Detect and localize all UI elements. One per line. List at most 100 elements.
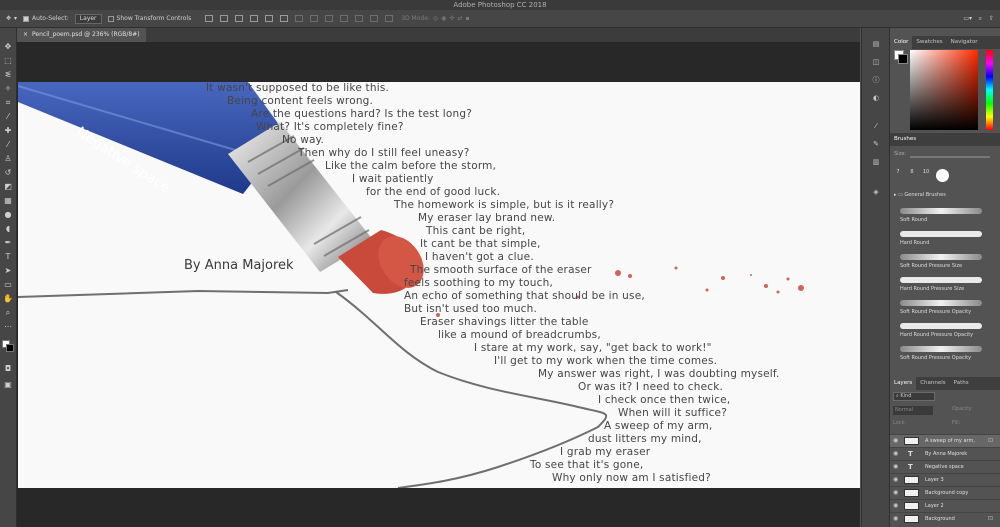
document-tab[interactable]: × Pencil_poem.psd @ 236% (RGB/8#) (17, 28, 146, 42)
brushes-panel-title[interactable]: Brushes (890, 133, 1000, 146)
distribute-right-icon[interactable] (370, 15, 379, 22)
workspace-icon[interactable]: ▭▾ (963, 15, 972, 22)
scale-3d-icon[interactable]: ▪ (465, 15, 469, 22)
color-tab-color[interactable]: Color (890, 36, 913, 49)
align-middle-icon[interactable] (220, 15, 229, 22)
background-color-swatch[interactable] (6, 344, 14, 352)
brush-preset-8[interactable]: 8 (908, 169, 916, 177)
align-center-icon[interactable] (265, 15, 274, 22)
align-right-icon[interactable] (280, 15, 289, 22)
history-brush-icon[interactable]: ↺ (3, 168, 13, 177)
type-icon[interactable]: T (3, 252, 13, 261)
zoom-icon[interactable]: ⌕ (3, 308, 13, 317)
brush-size-slider[interactable] (910, 156, 990, 158)
eye-icon[interactable]: ◉ (893, 487, 898, 499)
history-icon[interactable]: ▤ (871, 40, 881, 49)
brush-preset-item[interactable]: Hard Round (898, 227, 998, 249)
distribute-left-icon[interactable] (340, 15, 349, 22)
layer-kind-filter[interactable]: ⌕ Kind (893, 392, 935, 401)
quick-mask-icon[interactable]: ◘ (3, 364, 13, 373)
show-transform-checkbox[interactable]: Show Transform Controls (107, 15, 191, 22)
more-tools-icon[interactable]: ⋯ (3, 322, 13, 331)
brush-preset-item[interactable]: Soft Round Pressure Opacity (898, 342, 998, 364)
pen-icon[interactable]: ✒ (3, 238, 13, 247)
distribute-bottom-icon[interactable] (325, 15, 334, 22)
layers-tab-paths[interactable]: Paths (950, 377, 973, 390)
crop-icon[interactable]: ⌗ (3, 98, 13, 107)
distribute-middle-icon[interactable] (310, 15, 319, 22)
layer-row[interactable]: ◉ Background ⊡ (890, 512, 1000, 525)
eye-icon[interactable]: ◉ (893, 500, 898, 512)
auto-select-dropdown[interactable]: Layer (74, 13, 102, 24)
layer-row[interactable]: ◉ Layer 2 (890, 499, 1000, 512)
color-tab-navigator[interactable]: Navigator (947, 36, 982, 49)
rectangle-icon[interactable]: ▭ (3, 280, 13, 289)
eraser-icon[interactable]: ◩ (3, 182, 13, 191)
eye-icon[interactable]: ◉ (893, 448, 898, 460)
background-swatch[interactable] (898, 54, 908, 64)
layer-row[interactable]: ◉ Background copy (890, 486, 1000, 499)
layer-row[interactable]: ◉ T By Anna Majorek (890, 447, 1000, 460)
eye-icon[interactable]: ◉ (893, 474, 898, 486)
distribute-top-icon[interactable] (295, 15, 304, 22)
align-top-icon[interactable] (205, 15, 214, 22)
pan-3d-icon[interactable]: ✣ (449, 15, 454, 22)
eye-icon[interactable]: ◉ (893, 513, 898, 525)
distribute-center-icon[interactable] (355, 15, 364, 22)
clone-source-icon[interactable]: ▥ (871, 158, 881, 167)
color-tab-swatches[interactable]: Swatches (912, 36, 946, 49)
brush-preset-7[interactable]: 7 (894, 169, 902, 177)
slide-3d-icon[interactable]: ⇄ (457, 15, 462, 22)
brush-preset-item[interactable]: Soft Round Pressure Size (898, 250, 998, 272)
lasso-icon[interactable]: ᓬ (3, 70, 13, 79)
auto-select-checkbox[interactable]: Auto-Select: (23, 15, 69, 22)
layers-tab-channels[interactable]: Channels (916, 377, 949, 390)
healing-brush-icon[interactable]: ✚ (3, 126, 13, 135)
document-canvas[interactable]: Negative space By Anna Majorek It wasn't… (18, 82, 860, 488)
brush-name: Soft Round (900, 217, 928, 223)
layer-row[interactable]: ◉ Layer 3 (890, 473, 1000, 486)
magic-wand-icon[interactable]: ✧ (3, 84, 13, 93)
properties-icon[interactable]: ◫ (871, 58, 881, 67)
align-left-icon[interactable] (250, 15, 259, 22)
hue-slider[interactable] (986, 50, 993, 130)
layer-row[interactable]: ◉ T Negative space (890, 460, 1000, 473)
gradient-icon[interactable]: ▦ (3, 196, 13, 205)
eye-icon[interactable]: ◉ (893, 461, 898, 473)
brush-preset-10[interactable]: 10 (922, 169, 930, 177)
auto-align-icon[interactable] (385, 15, 394, 22)
clone-stamp-icon[interactable]: ♙ (3, 154, 13, 163)
layer-row[interactable]: ◉ A sweep of my arm, ⊡ (890, 434, 1000, 447)
screen-mode-icon[interactable]: ▣ (3, 380, 13, 389)
orbit-3d-icon[interactable]: ◎ (433, 15, 438, 22)
eye-icon[interactable]: ◉ (893, 435, 898, 447)
eyedropper-icon[interactable]: ⁄ (3, 112, 13, 121)
move-tool-preset[interactable]: ✥ ▾ (6, 15, 17, 22)
path-selection-icon[interactable]: ➤ (3, 266, 13, 275)
dodge-icon[interactable]: ◖ (3, 224, 13, 233)
adjustments-icon[interactable]: ◐ (871, 94, 881, 103)
share-icon[interactable]: ⇧ (989, 15, 994, 22)
brush-preset-item[interactable]: Hard Round Pressure Size (898, 273, 998, 295)
info-icon[interactable]: ⓘ (871, 76, 881, 85)
brush-preset-item[interactable]: Hard Round Pressure Opacity (898, 319, 998, 341)
brush-group[interactable]: ▸ ▭ General Brushes (894, 192, 946, 198)
brush-icon[interactable]: ⁄ (3, 140, 13, 149)
brush-preset-large[interactable] (936, 169, 949, 182)
roll-3d-icon[interactable]: ◉ (441, 15, 446, 22)
brush-settings-icon[interactable]: ⁄ (871, 122, 881, 131)
blur-icon[interactable]: ● (3, 210, 13, 219)
search-icon[interactable]: ⌕ (979, 15, 982, 23)
brush-preset-item[interactable]: Soft Round Pressure Opacity (898, 296, 998, 318)
close-icon[interactable]: × (23, 28, 28, 42)
move-icon[interactable]: ✥ (3, 42, 13, 51)
marquee-icon[interactable]: ⬚ (3, 56, 13, 65)
layers-tab-layers[interactable]: Layers (890, 377, 917, 390)
align-bottom-icon[interactable] (235, 15, 244, 22)
hand-icon[interactable]: ✋ (3, 294, 13, 303)
brush-preset-item[interactable]: Soft Round (898, 204, 998, 226)
brushes-icon[interactable]: ✎ (871, 140, 881, 149)
blend-mode-select[interactable]: Normal (893, 406, 933, 415)
layers-icon[interactable]: ◈ (871, 188, 881, 197)
color-picker-field[interactable] (910, 50, 978, 130)
